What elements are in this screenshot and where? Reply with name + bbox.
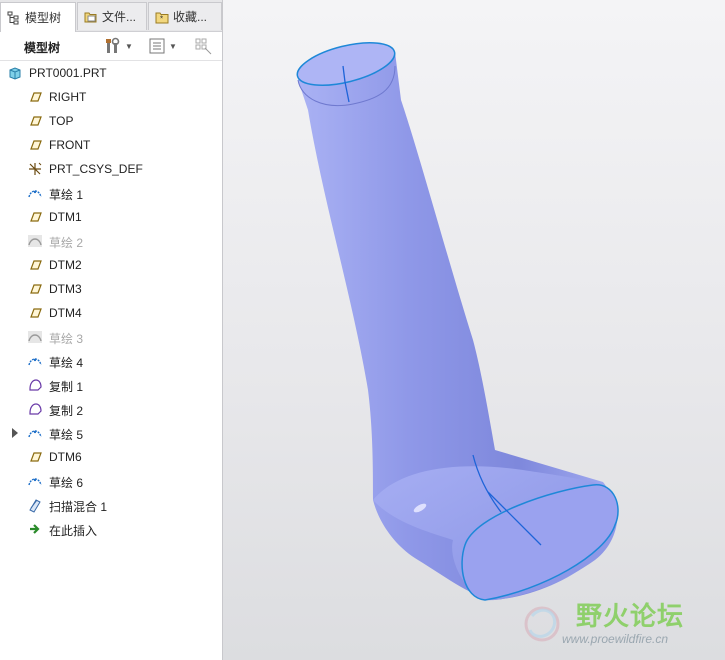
show-menu-button[interactable]: ▼ (148, 36, 177, 56)
tree-item-label: PRT0001.PRT (29, 66, 107, 80)
datum-plane-icon (27, 305, 43, 321)
tree-item[interactable]: 在此插入 (0, 518, 220, 540)
folder-browser-icon (84, 12, 97, 22)
tree-item-label: DTM2 (49, 258, 82, 272)
copy-icon (27, 377, 43, 393)
datum-plane-icon (27, 281, 43, 297)
chevron-down-icon: ▼ (169, 41, 177, 51)
filter-button[interactable] (194, 36, 212, 56)
tree-item[interactable]: 草绘 2 (0, 230, 220, 252)
datum-plane-icon (27, 113, 43, 129)
tree-item-label: 扫描混合 1 (49, 500, 108, 514)
tree-item-label: DTM4 (49, 306, 82, 320)
watermark-url: www.proewildfire.cn (562, 632, 669, 646)
tools-icon (106, 37, 120, 53)
tree-item-label: DTM1 (49, 210, 82, 224)
tree-item[interactable]: 复制 2 (0, 398, 220, 420)
tree-item[interactable]: DTM1 (0, 206, 220, 228)
tree-item[interactable]: 草绘 1 (0, 182, 220, 204)
tree-item-label: DTM3 (49, 282, 82, 296)
datum-plane-icon (27, 89, 43, 105)
sketch-hidden-icon (27, 329, 43, 345)
toolbar-title: 模型树 (24, 41, 61, 55)
datum-plane-icon (27, 137, 43, 153)
list-icon (149, 38, 165, 54)
graphics-viewport[interactable]: 野火论坛 www.proewildfire.cn (223, 0, 725, 660)
tree-item-label: 草绘 4 (49, 356, 84, 370)
swept-blend-icon (27, 497, 43, 513)
tab-file-browser[interactable]: 文件... (77, 2, 147, 30)
sketch-icon (27, 425, 43, 441)
tree-item-label: 草绘 1 (49, 188, 84, 202)
tree-item-label: 草绘 2 (49, 236, 84, 250)
datum-plane-icon (27, 449, 43, 465)
chevron-down-icon: ▼ (125, 41, 133, 51)
settings-menu-button[interactable]: ▼ (104, 36, 133, 56)
model-tree-toolbar: 模型树 ▼ ▼ (0, 32, 222, 61)
tree-item[interactable]: 复制 1 (0, 374, 220, 396)
tree-item-label: FRONT (49, 138, 91, 152)
tree-item[interactable]: DTM4 (0, 302, 220, 324)
tree-item-label: 草绘 5 (49, 428, 84, 442)
tree-item[interactable]: 扫描混合 1 (0, 494, 220, 516)
forum-watermark: 野火论坛 www.proewildfire.cn (514, 594, 719, 654)
sketch-hidden-icon (27, 233, 43, 249)
tree-item[interactable]: PRT0001.PRT (0, 62, 220, 84)
part-model-render (296, 42, 619, 601)
tree-item[interactable]: PRT_CSYS_DEF (0, 158, 220, 180)
tree-item-label: 复制 1 (49, 380, 84, 394)
tab-model-tree[interactable]: 模型树 (0, 2, 76, 32)
tree-item-label: 复制 2 (49, 404, 84, 418)
coordinate-system-icon (27, 161, 43, 177)
tree-item[interactable]: 草绘 6 (0, 470, 220, 492)
datum-plane-icon (27, 209, 43, 225)
tab-label: 文件... (102, 10, 137, 24)
model-tree-panel: 模型树 文件... * 收藏... 模型树 ▼ ▼ PRT0001.PRT RI… (0, 0, 223, 660)
tree-item[interactable]: 草绘 4 (0, 350, 220, 372)
tree-item-label: RIGHT (49, 90, 87, 104)
sketch-icon (27, 353, 43, 369)
tree-item-label: 草绘 3 (49, 332, 84, 346)
panel-tabs: 模型树 文件... * 收藏... (0, 0, 222, 32)
tree-item[interactable]: DTM6 (0, 446, 220, 468)
tab-label: 收藏... (173, 10, 208, 24)
tree-item[interactable]: TOP (0, 110, 220, 132)
datum-plane-icon (27, 257, 43, 273)
tree-item[interactable]: DTM2 (0, 254, 220, 276)
watermark-title: 野火论坛 (576, 601, 685, 631)
favorites-icon: * (155, 12, 169, 23)
part-icon (7, 65, 23, 81)
model-tree-icon (7, 11, 19, 24)
tree-item[interactable]: RIGHT (0, 86, 220, 108)
tree-item[interactable]: DTM3 (0, 278, 220, 300)
expand-arrow-icon[interactable] (12, 428, 18, 438)
tree-item[interactable]: FRONT (0, 134, 220, 156)
insert-here-arrow-icon (27, 521, 43, 537)
svg-text:*: * (160, 14, 163, 23)
tree-item-label: 草绘 6 (49, 476, 84, 490)
tree-item[interactable]: 草绘 5 (0, 422, 220, 444)
sketch-icon (27, 185, 43, 201)
tree-item-label: 在此插入 (49, 524, 98, 538)
tab-label: 模型树 (25, 11, 62, 25)
tree-item-label: PRT_CSYS_DEF (49, 162, 143, 176)
tree-item[interactable]: 草绘 3 (0, 326, 220, 348)
copy-icon (27, 401, 43, 417)
sketch-icon (27, 473, 43, 489)
tree-item-label: DTM6 (49, 450, 82, 464)
filter-grid-icon (195, 38, 212, 55)
tab-favorites[interactable]: * 收藏... (148, 2, 222, 30)
tree-item-label: TOP (49, 114, 74, 128)
